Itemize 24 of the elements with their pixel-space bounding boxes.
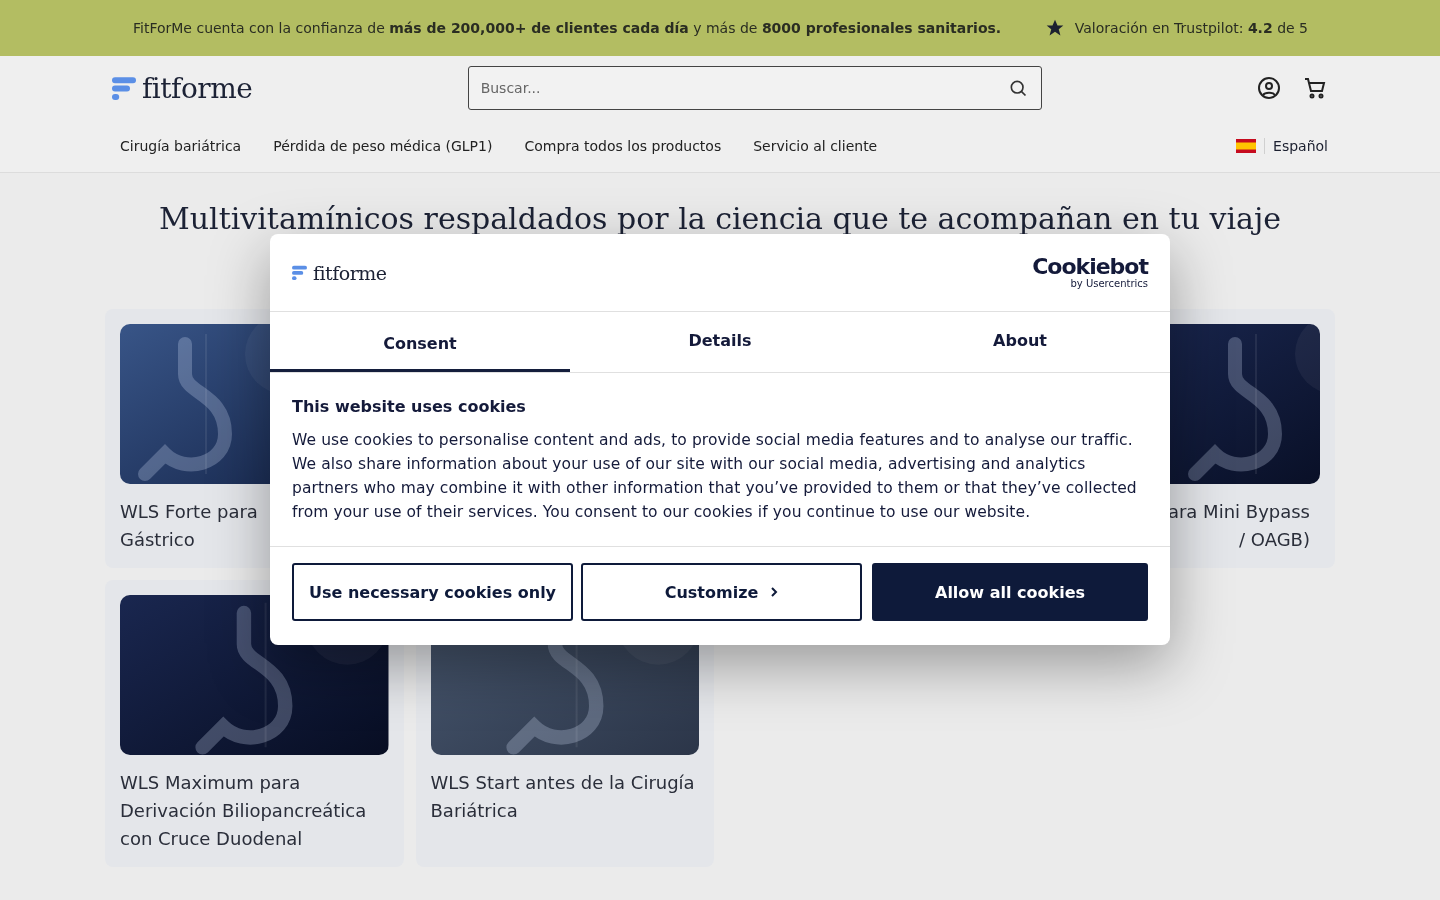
dialog-title: This website uses cookies (292, 397, 527, 416)
nav-link[interactable]: Servicio al cliente (753, 138, 878, 154)
language-selector[interactable]: Español (1264, 138, 1328, 154)
spain-flag-icon (1236, 139, 1257, 153)
cookiebot-tagline: by Usercentrics (1070, 278, 1148, 289)
account-icon[interactable] (1257, 76, 1281, 100)
cookie-button[interactable]: Allow all cookies (872, 563, 1148, 621)
product-title[interactable]: WLS Maximum para Derivación Biliopancreática con Cruce Duodenal (120, 769, 389, 853)
logo-text[interactable]: fitforme (142, 71, 253, 105)
page-heading: Multivitamínicos respaldados por la ciencia que te acompañan en tu viaje (158, 201, 1282, 237)
logo-icon (112, 76, 136, 100)
nav-link[interactable]: Cirugía bariátrica (120, 138, 242, 154)
cart-icon[interactable] (1303, 76, 1327, 100)
trustpilot-rating: Valoración en Trustpilot: 4.2 de 5 (1074, 20, 1308, 36)
nav-link[interactable]: Compra todos los productos (524, 138, 722, 154)
dialog-text: We use cookies to personalise content and ads, to provide social media features and to analyse our traffic. We also share information about your use of our site with our social media, advertising and analytics partners who may combine it with other information that you’ve provided to them or that they’ve collected from your use of their services. You consent to our cookies if you continue to use our website. (292, 430, 1138, 523)
cookiebot-logo: Cookiebot (1032, 256, 1148, 278)
search-field[interactable]: Buscar... (467, 66, 1042, 110)
logo-text: fitforme (313, 261, 387, 284)
logo-icon (292, 265, 307, 280)
chevron-right-icon (770, 586, 779, 598)
product-title[interactable]: WLS Start antes de la Cirugía Bariátrica (430, 769, 699, 825)
nav-link[interactable]: Pérdida de peso médica (GLP1) (273, 138, 493, 154)
trust-message: FitForMe cuenta con la confianza de más de 200,000+ de clientes cada día y más de 8000 profesionales sanitarios. (133, 20, 1002, 36)
